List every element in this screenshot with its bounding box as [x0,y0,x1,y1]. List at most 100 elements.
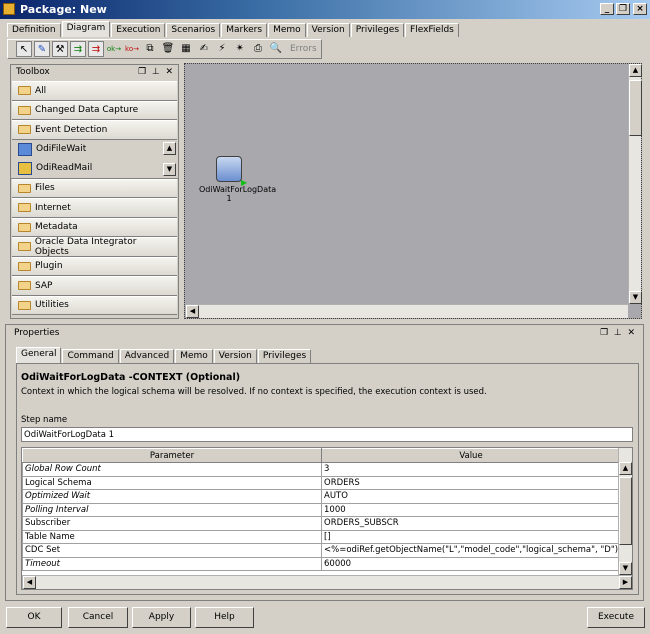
tab-diagram[interactable]: Diagram [61,21,111,37]
select-pointer-icon[interactable]: ↖ [16,41,32,57]
validate-icon[interactable]: ✍ [196,41,212,57]
toolbox-group-sap[interactable]: SAP [12,276,177,296]
column-header-value[interactable]: Value [321,448,621,463]
parameter-cell[interactable]: Logical Schema [22,475,322,490]
value-cell[interactable]: [] [321,529,621,544]
delete-icon[interactable]: 🗑 [160,41,176,57]
value-cell[interactable]: 60000 [321,556,621,571]
package-icon [3,3,15,15]
parameter-cell[interactable]: Table Name [22,529,322,544]
toolbox-group-plugin[interactable]: Plugin [12,256,177,276]
toolbox-group-cdc[interactable]: Changed Data Capture [12,100,177,120]
table-row[interactable]: Table Name[] [22,529,621,544]
scroll-up-button[interactable]: ▲ [163,141,176,155]
parameter-cell[interactable]: Global Row Count [22,462,322,477]
parameter-cell[interactable]: CDC Set [22,543,322,558]
tab-advanced[interactable]: Advanced [119,349,175,363]
value-cell[interactable]: AUTO [321,489,621,504]
diagram-canvas[interactable]: ▶ OdiWaitForLogData 1 ▲ ▼ ◀ [184,63,642,319]
toolbox-group-event-detection[interactable]: Event Detection [12,120,177,140]
toolbox-group-all[interactable]: All [12,81,177,101]
apply-button[interactable]: Apply [132,607,191,628]
next-step-ok-icon[interactable]: ⇉ [70,41,86,57]
ko-link-icon[interactable]: ko→ [124,41,140,57]
column-header-parameter[interactable]: Parameter [22,448,322,463]
parameter-description: Context in which the logical schema will… [21,387,487,397]
parameter-cell[interactable]: Subscriber [22,516,322,531]
parameter-cell[interactable]: Timeout [22,556,322,571]
first-step-icon[interactable]: ✴ [232,41,248,57]
parameter-cell[interactable]: Polling Interval [22,502,322,517]
scroll-up-button[interactable]: ▲ [619,462,632,475]
scroll-thumb[interactable] [629,80,642,136]
table-row[interactable]: CDC Set <%=odiRef.getObjectName("L","mode… [22,543,621,558]
table-horizontal-scrollbar[interactable]: ◀ ▶ [22,575,632,589]
canvas-horizontal-scrollbar[interactable]: ◀ [185,304,628,318]
toolbox-group-files[interactable]: Files [12,178,177,198]
table-vertical-scrollbar[interactable]: ▲ ▼ [618,448,632,575]
scroll-up-button[interactable]: ▲ [629,64,642,77]
table-row[interactable]: Global Row Count 3 [22,462,621,477]
tab-scenarios[interactable]: Scenarios [166,23,221,37]
toolbox-group-metadata[interactable]: Metadata [12,217,177,237]
tab-memo[interactable]: Memo [268,23,306,37]
print-icon[interactable]: ⎙ [250,41,266,57]
restore-button[interactable]: ❐ [616,3,630,15]
value-cell[interactable]: 1000 [321,502,621,517]
panel-controls[interactable]: ❐ ⊥ ✕ [138,67,173,79]
tab-flexfields[interactable]: FlexFields [405,23,459,37]
table-row[interactable]: Polling Interval 1000 [22,502,621,517]
scroll-left-button[interactable]: ◀ [186,305,199,318]
parameter-cell[interactable]: Optimized Wait [22,489,322,504]
tab-memo[interactable]: Memo [175,349,213,363]
step-node[interactable]: ▶ OdiWaitForLogData 1 [199,156,276,203]
tab-general[interactable]: General [16,347,62,363]
arrange-icon[interactable]: ▦ [178,41,194,57]
tab-definition[interactable]: Definition [7,23,61,37]
print-preview-icon[interactable]: 🔍 [268,41,284,57]
folder-icon [18,183,31,193]
duplicate-icon[interactable]: ⧉ [142,41,158,57]
table-row[interactable]: Subscriber ORDERS_SUBSCR [22,516,621,531]
toolbox-group-internet[interactable]: Internet [12,198,177,218]
tab-privileges[interactable]: Privileges [257,349,312,363]
cancel-button[interactable]: Cancel [68,607,128,628]
tab-version[interactable]: Version [213,349,257,363]
scroll-down-button[interactable]: ▼ [629,291,642,304]
tool-odifilewait[interactable]: OdiFileWait [12,139,177,159]
scroll-down-button[interactable]: ▼ [619,562,632,575]
step-name-input[interactable] [21,427,633,442]
tool-odireadmail[interactable]: OdiReadMail [12,158,177,178]
value-cell[interactable]: ORDERS [321,475,621,490]
ok-button[interactable]: OK [6,607,62,628]
execute-button[interactable]: Execute [587,607,645,628]
toolbox-group-utilities[interactable]: Utilities [12,295,177,315]
errors-button[interactable]: Errors [290,44,317,54]
value-cell[interactable]: <%=odiRef.getObjectName("L","model_code"… [321,543,621,558]
fix-icon[interactable]: ⚡ [214,41,230,57]
next-step-ko-icon[interactable]: ⇉ [88,41,104,57]
tab-version[interactable]: Version [306,23,350,37]
tab-command[interactable]: Command [62,349,119,363]
scroll-thumb[interactable] [619,477,632,545]
value-cell[interactable]: 3 [321,462,621,477]
scroll-down-button[interactable]: ▼ [163,162,176,176]
table-row[interactable]: Logical Schema ORDERS [22,475,621,490]
ok-link-icon[interactable]: ok→ [106,41,122,57]
tab-privileges[interactable]: Privileges [350,23,405,37]
tab-markers[interactable]: Markers [221,23,268,37]
minimize-button[interactable]: _ [600,3,614,15]
table-row[interactable]: Timeout 60000 [22,556,621,571]
close-button[interactable]: × [633,3,647,15]
toolbox-group-odi-objects[interactable]: Oracle Data Integrator Objects [12,237,177,257]
scroll-right-button[interactable]: ▶ [619,576,632,589]
canvas-vertical-scrollbar[interactable]: ▲ ▼ [628,64,642,304]
edit-step-icon[interactable]: ✎ [34,41,50,57]
panel-controls[interactable]: ❐ ⊥ ✕ [600,328,635,338]
tab-execution[interactable]: Execution [111,23,166,37]
help-button[interactable]: Help [195,607,254,628]
tools-icon[interactable]: ⚒ [52,41,68,57]
scroll-left-button[interactable]: ◀ [23,576,36,589]
table-row[interactable]: Optimized Wait AUTO [22,489,621,504]
value-cell[interactable]: ORDERS_SUBSCR [321,516,621,531]
